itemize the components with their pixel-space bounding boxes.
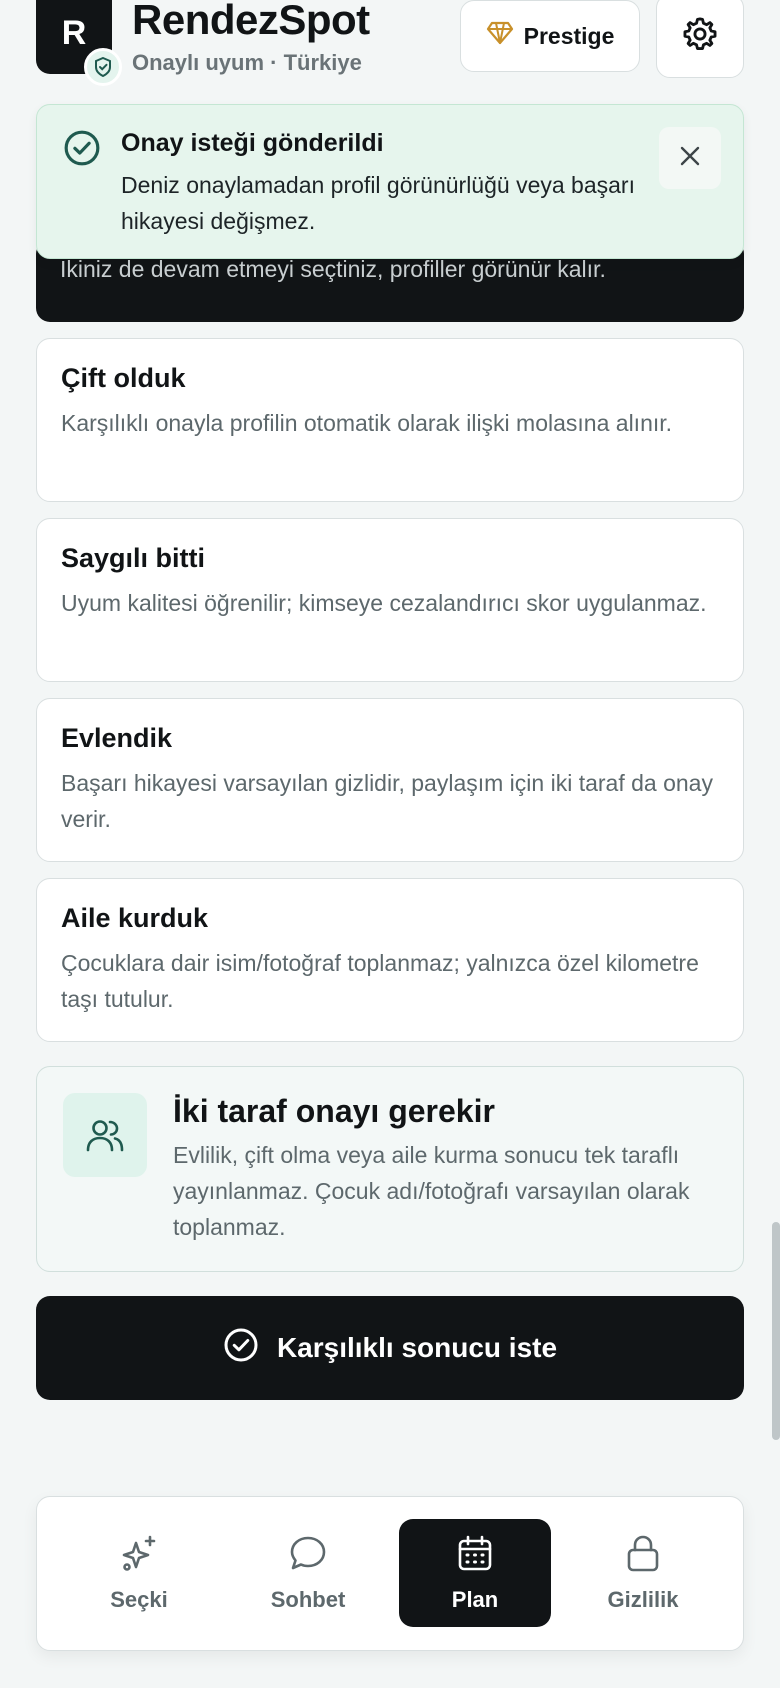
option-description: Çocuklara dair isim/fotoğraf toplanmaz; …: [61, 950, 699, 1012]
lock-icon: [623, 1533, 663, 1579]
consent-info-card: İki taraf onayı gerekir Evlilik, çift ol…: [36, 1066, 744, 1272]
selected-outcome-text: İkiniz de devam etmeyi seçtiniz, profill…: [60, 256, 606, 282]
consent-title: İki taraf onayı gerekir: [173, 1093, 495, 1129]
prestige-button[interactable]: Prestige: [460, 0, 640, 72]
app-subtitle: Onaylı uyum · Türkiye: [132, 50, 362, 75]
bottom-navigation: Seçki Sohbet Plan Gizlilik: [36, 1496, 744, 1651]
toast-message: Deniz onaylamadan profil görünürlüğü vey…: [121, 172, 635, 234]
app-header: R RendezSpot Onaylı uyum · Türkiye Prest…: [0, 0, 780, 100]
app-title: RendezSpot: [132, 0, 370, 43]
option-card-family[interactable]: Aile kurduk Çocuklara dair isim/fotoğraf…: [36, 878, 744, 1042]
option-description: Başarı hikayesi varsayılan gizlidir, pay…: [61, 770, 713, 832]
option-card-married[interactable]: Evlendik Başarı hikayesi varsayılan gizl…: [36, 698, 744, 862]
request-mutual-outcome-button[interactable]: Karşılıklı sonucu iste: [36, 1296, 744, 1400]
diamond-icon: [486, 21, 514, 51]
option-title: Çift olduk: [61, 363, 186, 393]
nav-item-plan[interactable]: Plan: [399, 1519, 551, 1627]
consent-description: Evlilik, çift olma veya aile kurma sonuc…: [173, 1142, 690, 1240]
nav-label: Sohbet: [270, 1587, 346, 1612]
nav-label: Plan: [451, 1587, 499, 1612]
check-circle-icon: [223, 1327, 259, 1370]
option-card-respectful-end[interactable]: Saygılı bitti Uyum kalitesi öğrenilir; k…: [36, 518, 744, 682]
chat-bubble-icon: [288, 1533, 328, 1579]
option-description: Uyum kalitesi öğrenilir; kimseye cezalan…: [61, 590, 707, 616]
toast-close-button[interactable]: [659, 127, 721, 189]
option-title: Aile kurduk: [61, 903, 209, 933]
check-circle-icon: [63, 129, 101, 172]
verified-shield-icon: [84, 48, 122, 86]
calendar-icon: [455, 1533, 495, 1579]
sparkle-icon: [119, 1533, 159, 1579]
nav-label: Gizlilik: [607, 1587, 679, 1612]
toast-title: Onay isteği gönderildi: [121, 129, 384, 157]
cta-label: Karşılıklı sonucu iste: [276, 1332, 558, 1363]
nav-label: Seçki: [110, 1587, 168, 1612]
prestige-label: Prestige: [523, 22, 615, 49]
settings-button[interactable]: [656, 0, 744, 78]
nav-item-sohbet[interactable]: Sohbet: [232, 1519, 384, 1627]
gear-icon: [681, 15, 719, 58]
option-title: Evlendik: [61, 723, 173, 753]
option-card-couple[interactable]: Çift olduk Karşılıklı onayla profilin ot…: [36, 338, 744, 502]
option-title: Saygılı bitti: [61, 543, 206, 573]
option-description: Karşılıklı onayla profilin otomatik olar…: [61, 410, 673, 436]
close-icon: [679, 145, 701, 172]
scrollbar[interactable]: [772, 1222, 780, 1440]
nav-item-secki[interactable]: Seçki: [63, 1519, 215, 1627]
success-toast: Onay isteği gönderildi Deniz onaylamadan…: [36, 104, 744, 259]
logo-letter: R: [61, 13, 87, 52]
users-icon: [63, 1093, 147, 1177]
nav-item-gizlilik[interactable]: Gizlilik: [567, 1519, 719, 1627]
